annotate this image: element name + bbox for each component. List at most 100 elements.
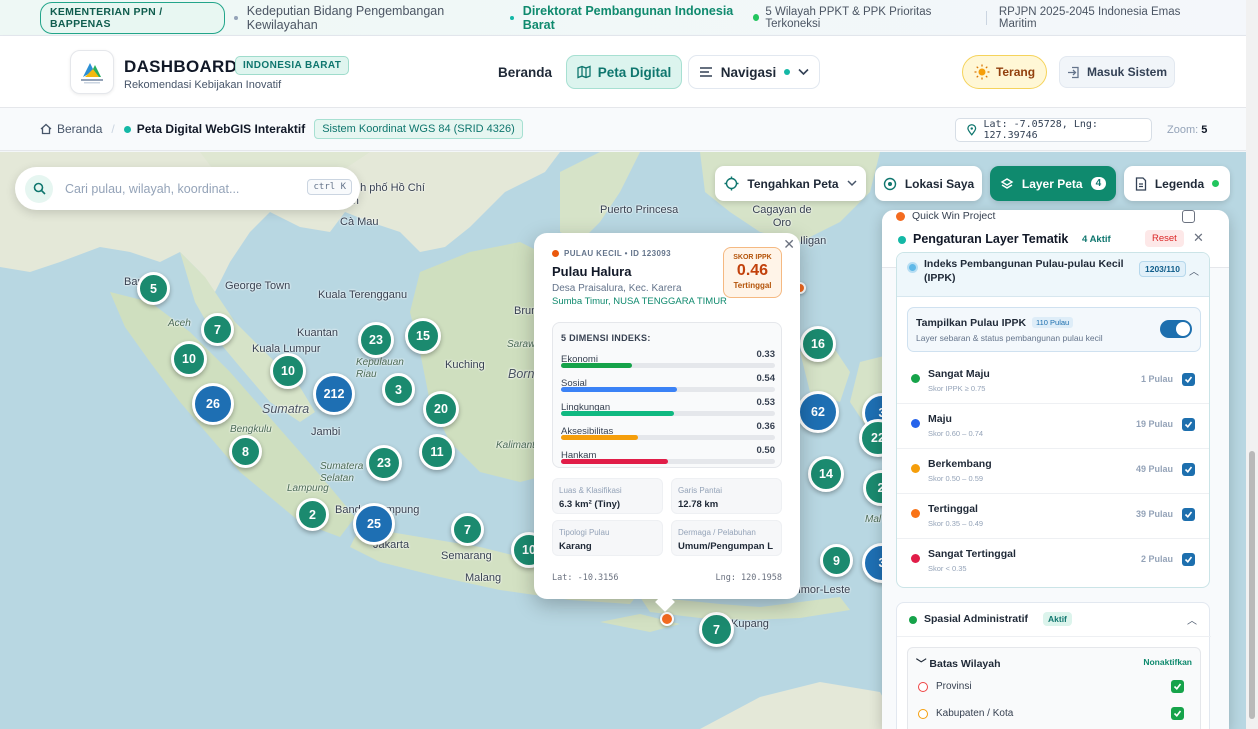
popup-kicker: PULAU KECIL • ID 123093: [552, 249, 671, 258]
breadcrumb: Beranda / Peta Digital WebGIS Interaktif…: [0, 108, 1258, 151]
island-cluster-marker[interactable]: 23: [366, 445, 402, 481]
spatial-group-header[interactable]: Spasial Administratif Aktif ︿: [897, 603, 1211, 637]
boundary-subgroup: ﹀ Batas Wilayah Nonaktifkan Provinsi Kab…: [907, 647, 1201, 729]
island-cluster-marker[interactable]: 10: [171, 341, 207, 377]
login-button[interactable]: Masuk Sistem: [1059, 56, 1175, 88]
island-cluster-marker[interactable]: 8: [229, 435, 262, 468]
chevron-up-icon[interactable]: ︿: [1187, 612, 1197, 627]
island-cluster-marker[interactable]: 23: [358, 322, 394, 358]
category-row: Sangat Tertinggal Skor < 0.35 2 Pulau: [897, 540, 1209, 584]
close-icon[interactable]: ✕: [1193, 230, 1204, 246]
my-location-button[interactable]: Lokasi Saya: [875, 166, 982, 201]
close-icon[interactable]: ✕: [783, 236, 795, 253]
ippk-visibility-toggle[interactable]: [1160, 320, 1192, 338]
island-cluster-marker[interactable]: 7: [201, 313, 234, 346]
island-cluster-marker[interactable]: 25: [353, 503, 395, 545]
place-label: Kupang: [731, 618, 769, 630]
place-label: Kuching: [445, 359, 485, 371]
island-cluster-marker[interactable]: 16: [800, 326, 836, 362]
island-cluster-marker[interactable]: 26: [192, 383, 234, 425]
category-row: Sangat Maju Skor IPPK ≥ 0.75 1 Pulau: [897, 360, 1209, 404]
place-label: Semarang: [441, 550, 492, 562]
ippk-layer-group: Indeks Pembangunan Pulau-pulau Kecil (IP…: [896, 252, 1210, 588]
place-label: Malang: [465, 572, 502, 584]
place-label: Jambi: [311, 426, 341, 438]
island-cluster-marker[interactable]: 2: [296, 498, 329, 531]
search-icon[interactable]: [25, 174, 53, 203]
theme-toggle-button[interactable]: Terang: [962, 55, 1047, 89]
active-layer-count: 4: [1090, 177, 1107, 190]
island-cluster-marker[interactable]: 11: [419, 434, 455, 470]
breadcrumb-home[interactable]: Beranda: [40, 122, 102, 136]
island-cluster-marker[interactable]: 15: [405, 318, 441, 354]
island-cluster-marker[interactable]: 212: [313, 373, 355, 415]
category-checkbox[interactable]: [1182, 508, 1195, 521]
dimension-row: Hankam 0.50: [561, 445, 775, 464]
deactivate-button[interactable]: Nonaktifkan: [1143, 657, 1192, 667]
crs-badge: Sistem Koordinat WGS 84 (SRID 4326): [314, 119, 523, 139]
center-map-dropdown[interactable]: Tengahkan Peta: [715, 166, 866, 201]
map-icon: [577, 65, 591, 79]
nav-home[interactable]: Beranda: [488, 56, 562, 88]
ippk-group-header[interactable]: Indeks Pembangunan Pulau-pulau Kecil (IP…: [897, 253, 1209, 297]
cursor-coordinates: Lat: -7.05728, Lng: 127.39746: [955, 118, 1152, 142]
boundary-subgroup-title[interactable]: ﹀ Batas Wilayah: [916, 656, 1001, 671]
island-region: Sumba Timur, NUSA TENGGARA TIMUR: [552, 296, 727, 307]
dimension-row: Lingkungan 0.53: [561, 397, 775, 416]
bappenas-logo[interactable]: [70, 50, 114, 94]
place-label: Cà Mau: [340, 216, 379, 228]
map-canvas[interactable]: Bangkok Thành phố Hồ Chí Minh Cà Mau Geo…: [0, 152, 1258, 729]
category-checkbox[interactable]: [1182, 553, 1195, 566]
deputy-text: Kedeputian Bidang Pengembangan Kewilayah…: [246, 3, 445, 32]
boundary-checkbox[interactable]: [1171, 707, 1184, 720]
zoom-level: Zoom: 5: [1167, 124, 1208, 136]
active-count: 4 Aktif: [1082, 234, 1111, 245]
chevron-down-icon: [798, 68, 809, 76]
island-cluster-marker[interactable]: 20: [423, 391, 459, 427]
main-header: DASHBOARD INDONESIA BARAT Rekomendasi Ke…: [0, 36, 1258, 108]
nav-digital-map[interactable]: Peta Digital: [566, 55, 682, 89]
island-popup: ✕ PULAU KECIL • ID 123093 Pulau Halura D…: [534, 233, 800, 612]
reset-button[interactable]: Reset: [1145, 230, 1184, 247]
island-cluster-marker[interactable]: 14: [808, 456, 844, 492]
search-shortcut-hint: ctrl K: [307, 179, 352, 195]
island-cluster-marker[interactable]: 3: [382, 373, 415, 406]
location-pin-icon: [967, 124, 977, 136]
directorate-text: Direktorat Pembangunan Indonesia Barat: [522, 3, 734, 32]
chevron-up-icon[interactable]: ︿: [1189, 263, 1199, 278]
boundary-checkbox[interactable]: [1171, 680, 1184, 693]
map-layers-button[interactable]: Layer Peta 4: [990, 166, 1116, 201]
category-checkbox[interactable]: [1182, 463, 1195, 476]
logo-icon: [81, 63, 103, 84]
selected-island-marker[interactable]: [660, 612, 674, 626]
island-cluster-marker[interactable]: 62: [797, 391, 839, 433]
breadcrumb-current: Peta Digital WebGIS Interaktif: [123, 122, 305, 136]
island-cluster-marker[interactable]: 5: [137, 272, 170, 305]
category-checkbox[interactable]: [1182, 373, 1195, 386]
place-label: Timor-Leste: [792, 584, 851, 596]
spatial-status-badge: Aktif: [1043, 612, 1072, 626]
connection-status-text: 5 Wilayah PPKT & PPK Prioritas Terkoneks…: [765, 5, 932, 30]
place-label: Mal: [865, 514, 882, 525]
legend-button[interactable]: Legenda: [1124, 166, 1230, 201]
map-search-bar: ctrl K: [15, 167, 360, 210]
place-label: Lampung: [287, 483, 329, 494]
layer-settings-panel: Quick Win Project Pengaturan Layer Temat…: [882, 210, 1229, 729]
quickwin-checkbox[interactable]: [1182, 210, 1195, 223]
island-cluster-marker[interactable]: 7: [451, 513, 484, 546]
boundary-row: Provinsi: [916, 676, 1194, 702]
search-input[interactable]: [65, 181, 305, 196]
island-cluster-marker[interactable]: 7: [699, 612, 734, 647]
island-cluster-marker[interactable]: 10: [270, 353, 306, 389]
home-icon: [40, 123, 52, 135]
place-label: Kuantan: [297, 327, 338, 339]
island-cluster-marker[interactable]: 9: [820, 544, 853, 577]
region-badge: INDONESIA BARAT: [235, 56, 350, 75]
category-checkbox[interactable]: [1182, 418, 1195, 431]
page-scrollbar[interactable]: [1246, 0, 1258, 729]
nav-navigation-dropdown[interactable]: Navigasi: [688, 55, 820, 89]
dimension-row: Aksesibilitas 0.36: [561, 421, 775, 440]
category-row: Berkembang Skor 0.50 – 0.59 49 Pulau: [897, 450, 1209, 494]
connection-status-icon: [752, 14, 760, 21]
menu-icon: [699, 67, 712, 77]
